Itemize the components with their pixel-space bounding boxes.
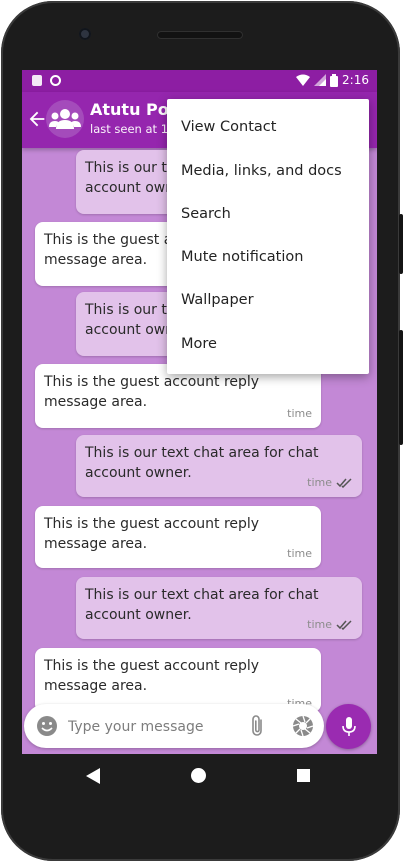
message-text: This is the guest account reply xyxy=(44,658,260,674)
message-time: time xyxy=(287,407,312,420)
power-button xyxy=(399,330,403,445)
message-bubble-guest[interactable]: This is the guest account reply message … xyxy=(35,648,321,712)
message-text: message area. xyxy=(44,678,148,694)
battery-icon xyxy=(330,73,339,87)
sd-card-icon xyxy=(32,75,42,86)
sync-icon xyxy=(50,75,61,86)
menu-item-mute-notification[interactable]: Mute notification xyxy=(167,236,369,279)
message-bubble-owner[interactable]: This is our text chat area for chat acco… xyxy=(76,435,362,497)
nav-home-icon[interactable] xyxy=(191,768,206,783)
app-screen: 2:16 Atutu Poy last seen at 14 This is o… xyxy=(22,70,377,754)
message-bubble-guest[interactable]: This is the guest account reply message … xyxy=(35,506,321,568)
message-text: This is our text chat area for chat xyxy=(85,587,319,603)
nav-back-icon[interactable] xyxy=(86,768,100,784)
nav-recents-icon[interactable] xyxy=(297,769,310,782)
menu-item-media-links-docs[interactable]: Media, links, and docs xyxy=(167,150,369,193)
volume-button xyxy=(399,214,403,274)
wifi-icon xyxy=(296,74,311,86)
message-time: time xyxy=(287,547,312,560)
voice-record-button[interactable] xyxy=(326,704,371,749)
paperclip-icon[interactable] xyxy=(250,714,264,738)
message-input[interactable] xyxy=(66,712,250,742)
menu-item-view-contact[interactable]: View Contact xyxy=(167,106,369,149)
microphone-icon xyxy=(341,716,356,736)
contact-name[interactable]: Atutu Poy xyxy=(90,100,179,119)
status-bar: 2:16 xyxy=(22,70,377,92)
double-check-icon xyxy=(336,620,352,630)
signal-icon xyxy=(314,74,327,86)
menu-item-search[interactable]: Search xyxy=(167,193,369,236)
message-text: This is the guest account reply xyxy=(44,516,260,532)
menu-item-wallpaper[interactable]: Wallpaper xyxy=(167,279,369,322)
message-time: time xyxy=(307,476,332,489)
camera-aperture-icon[interactable] xyxy=(292,715,314,737)
message-text: message area. xyxy=(44,536,148,552)
menu-item-more[interactable]: More xyxy=(167,323,369,366)
group-people-icon xyxy=(49,109,81,129)
message-text: message area. xyxy=(44,394,148,410)
message-composer xyxy=(24,704,324,748)
system-navigation-bar xyxy=(22,754,377,798)
double-check-icon xyxy=(336,478,352,488)
overflow-menu: View Contact Media, links, and docs Sear… xyxy=(167,99,369,374)
smiley-icon[interactable] xyxy=(36,715,58,737)
message-time: time xyxy=(307,618,332,631)
avatar[interactable] xyxy=(46,100,84,138)
status-time: 2:16 xyxy=(342,73,369,87)
message-bubble-owner[interactable]: This is our text chat area for chat acco… xyxy=(76,577,362,639)
earpiece-speaker xyxy=(157,31,243,39)
arrow-left-icon[interactable] xyxy=(26,108,48,130)
message-text: This is our text chat area for chat xyxy=(85,445,319,461)
message-text: This is the guest account reply xyxy=(44,374,260,390)
front-camera xyxy=(79,28,91,40)
last-seen-status: last seen at 14 xyxy=(90,122,176,136)
